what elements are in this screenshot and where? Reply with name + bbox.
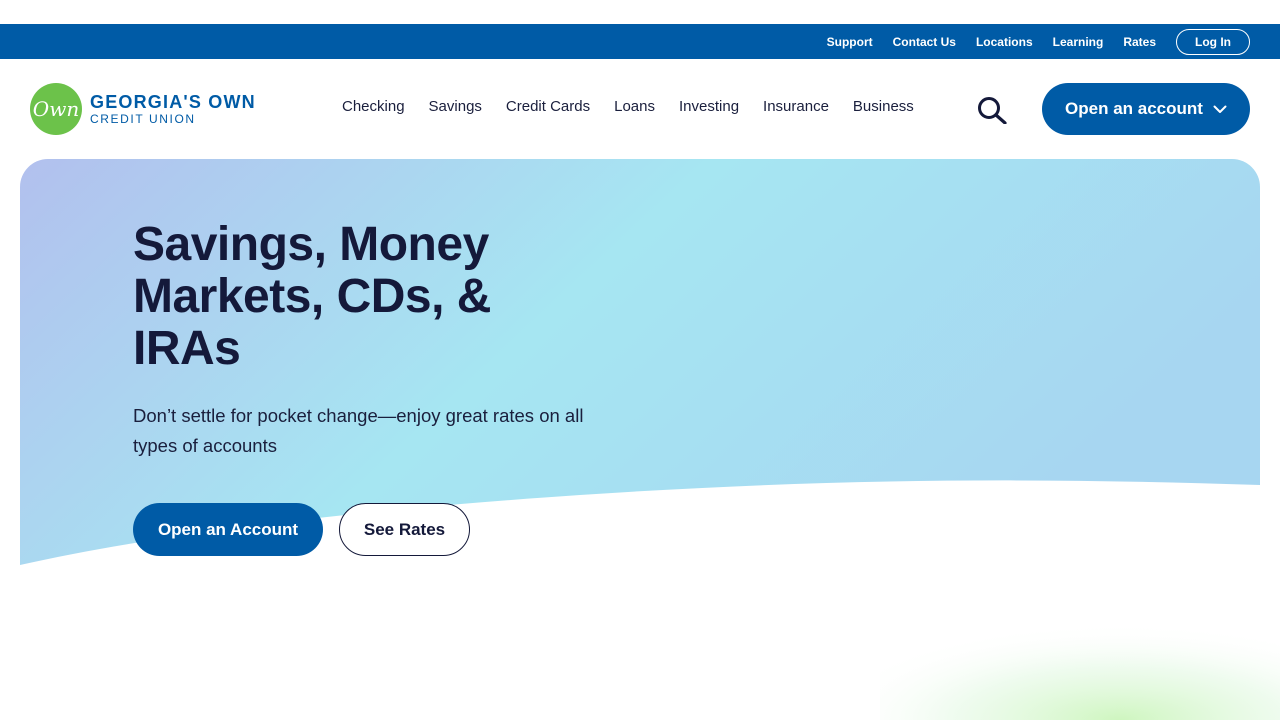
main-header: Own GEORGIA'S OWN CREDIT UNION Checking … [0,59,1280,159]
decorative-glow [880,590,1280,720]
nav-item-savings[interactable]: Savings [429,97,482,117]
open-an-account-button[interactable]: Open an Account [133,503,323,556]
search-button[interactable] [976,95,1008,125]
utility-link-support[interactable]: Support [827,35,873,49]
hero-content: Savings, Money Markets, CDs, & IRAs Don’… [133,219,593,556]
utility-link-locations[interactable]: Locations [976,35,1033,49]
logo-text: GEORGIA'S OWN CREDIT UNION [90,92,256,126]
utility-bar: Support Contact Us Locations Learning Ra… [0,24,1280,59]
utility-link-learning[interactable]: Learning [1053,35,1104,49]
hero-subtitle: Don’t settle for pocket change—enjoy gre… [133,405,584,456]
chevron-down-icon [1213,105,1227,114]
nav-item-checking[interactable]: Checking [342,97,405,117]
open-account-dropdown-button[interactable]: Open an account [1042,83,1250,135]
nav-item-business[interactable]: Business [853,97,914,117]
nav-item-insurance[interactable]: Insurance [763,97,829,117]
nav-item-loans[interactable]: Loans [614,97,655,117]
hero-buttons: Open an Account See Rates [133,503,593,556]
hero-banner: Savings, Money Markets, CDs, & IRAs Don’… [20,159,1260,569]
utility-link-rates[interactable]: Rates [1123,35,1156,49]
logo-tagline: CREDIT UNION [90,112,196,126]
utility-link-contact-us[interactable]: Contact Us [893,35,956,49]
search-icon [978,97,1007,124]
open-account-label: Open an account [1065,99,1203,118]
logo-name: GEORGIA'S OWN [90,92,256,112]
nav-item-investing[interactable]: Investing [679,97,739,117]
logo-mark: Own [30,83,82,135]
login-button[interactable]: Log In [1176,28,1250,55]
nav-item-credit-cards[interactable]: Credit Cards [506,97,590,117]
see-rates-button[interactable]: See Rates [339,503,470,556]
logo[interactable]: Own GEORGIA'S OWN CREDIT UNION [30,83,256,135]
hero-title: Savings, Money Markets, CDs, & IRAs [133,218,491,375]
primary-nav: Checking Savings Credit Cards Loans Inve… [330,97,926,117]
